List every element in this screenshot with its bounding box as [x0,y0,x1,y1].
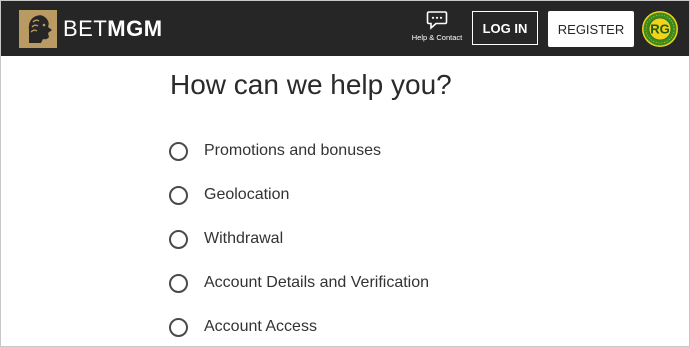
radio-button[interactable] [169,317,188,337]
help-contact-label: Help & Contact [411,33,463,42]
rg-badge-text: RG [650,22,670,37]
radio-button[interactable] [169,185,188,205]
lion-logo-icon [19,10,57,48]
topic-option-promotions[interactable]: Promotions and bonuses [169,129,429,173]
responsible-gaming-badge-icon[interactable]: RG [641,10,679,48]
topic-option-account-details[interactable]: Account Details and Verification [169,261,429,305]
brand-part1: BET [63,16,108,41]
topic-option-account-access[interactable]: Account Access [169,305,429,346]
radio-button[interactable] [169,141,188,161]
top-navbar: BETMGM Help & Contact LOG IN REGISTER RG [1,1,689,56]
brand-wordmark: BETMGM [63,16,163,42]
login-button[interactable]: LOG IN [472,11,538,45]
topic-option-geolocation[interactable]: Geolocation [169,173,429,217]
register-button[interactable]: REGISTER [548,11,634,47]
chat-icon [426,11,448,30]
help-topics-section: How can we help you? Promotions and bonu… [1,56,689,346]
topic-option-label: Geolocation [204,186,290,203]
topic-option-label: Withdrawal [204,230,284,247]
page-frame: BETMGM Help & Contact LOG IN REGISTER RG [0,0,690,347]
page-title: How can we help you? [170,69,452,100]
topic-options-list: Promotions and bonuses Geolocation Withd… [169,129,429,346]
brand-logo[interactable]: BETMGM [19,10,163,48]
topic-option-label: Account Access [204,318,317,335]
radio-button[interactable] [169,229,188,249]
topic-option-label: Promotions and bonuses [204,142,381,159]
radio-button[interactable] [169,273,188,293]
brand-part2: MGM [107,16,163,41]
topic-option-label: Account Details and Verification [204,274,430,291]
topic-option-withdrawal[interactable]: Withdrawal [169,217,429,261]
help-contact-link[interactable]: Help & Contact [406,10,468,42]
